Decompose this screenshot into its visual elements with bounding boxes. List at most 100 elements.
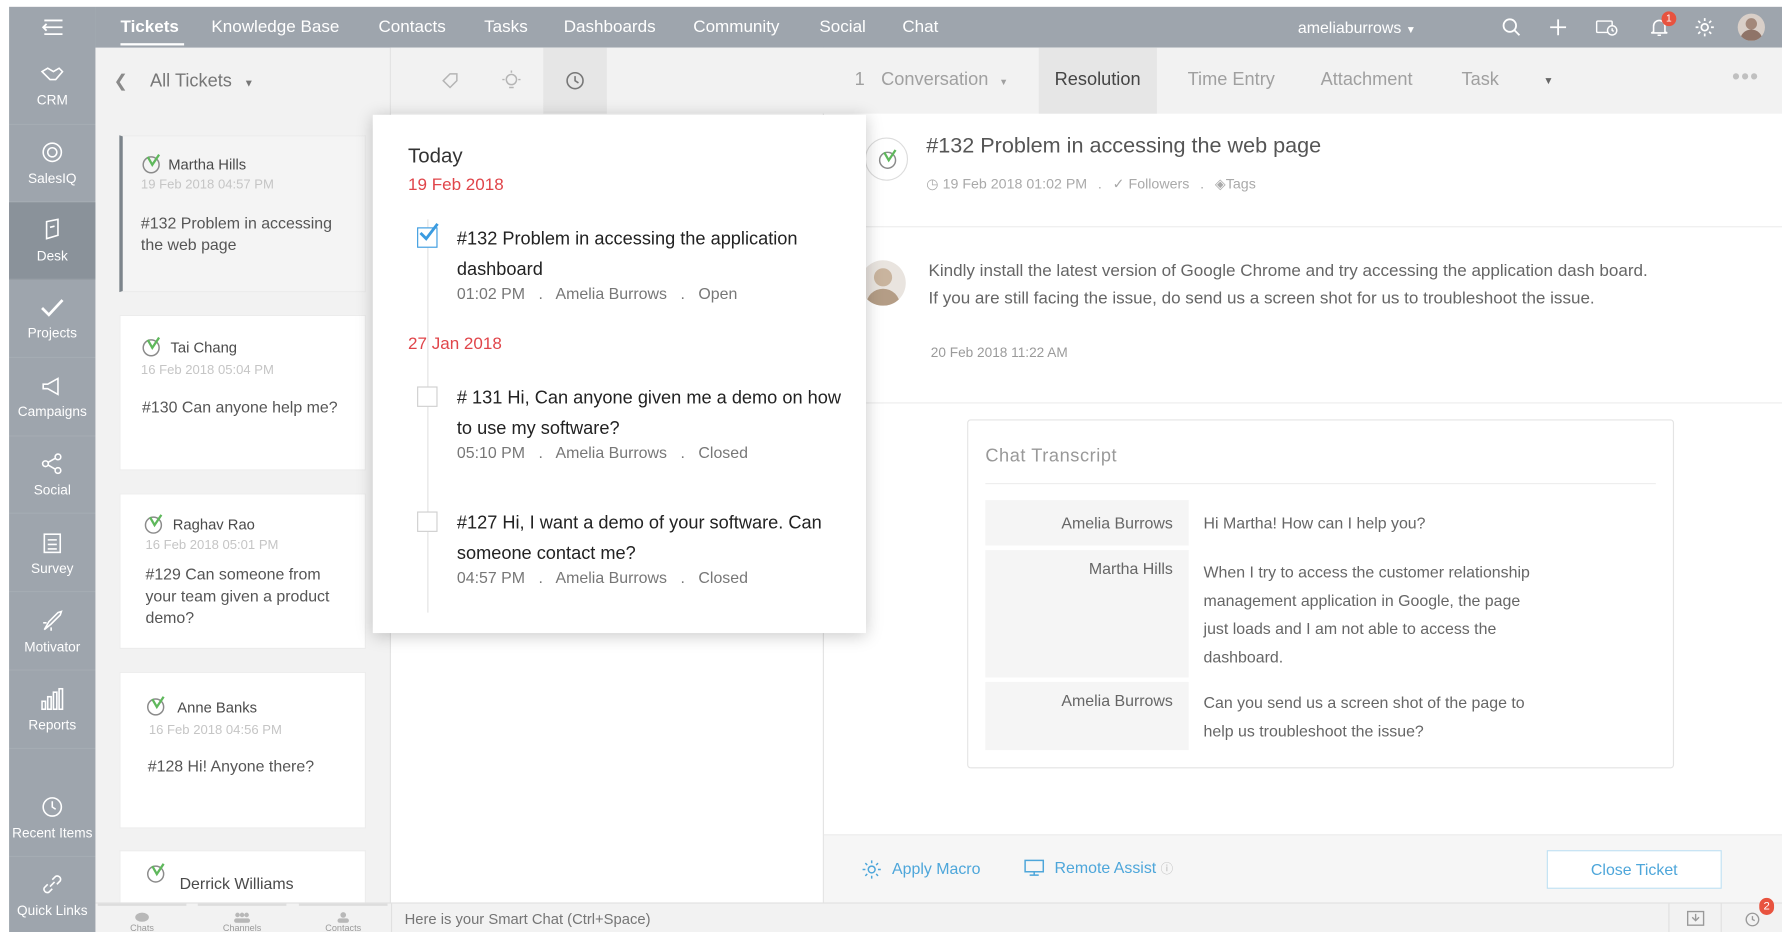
ticket-channel-icon xyxy=(144,514,163,534)
tab-conversation[interactable]: 1 Conversation ▼ xyxy=(855,48,1008,114)
ticket-card[interactable]: Tai Chang 16 Feb 2018 05:04 PM #130 Can … xyxy=(119,314,366,471)
sidebar-item-crm[interactable]: CRM xyxy=(9,48,96,126)
sidebar-item-label: Recent Items xyxy=(12,824,93,841)
tags-link[interactable]: ◈Tags xyxy=(1215,176,1256,192)
history-item-meta: 01:02 PM . Amelia Burrows . Open xyxy=(456,284,738,303)
alarm-clock-icon xyxy=(1744,912,1759,927)
sidebar-item-social[interactable]: Social xyxy=(9,436,96,514)
sidebar-item-salesiq[interactable]: SalesIQ xyxy=(9,125,96,203)
history-item-checkbox[interactable] xyxy=(417,511,438,532)
conversation-count: 1 xyxy=(854,70,865,90)
user-menu[interactable]: ameliaburrows ▼ xyxy=(1298,7,1416,48)
time-tracker-button[interactable] xyxy=(1595,16,1619,39)
tab-resolution[interactable]: Resolution xyxy=(1038,47,1157,114)
app-sidebar: CRM SalesIQ Desk Projects Campaigns Soci… xyxy=(9,6,96,932)
group-icon xyxy=(234,912,251,923)
timeline-line xyxy=(427,219,429,613)
sidebar-item-campaigns[interactable]: Campaigns xyxy=(9,359,96,437)
more-options-icon[interactable]: ••• xyxy=(1732,48,1759,114)
nav-dashboards[interactable]: Dashboards xyxy=(564,7,656,48)
chat-bubble-icon xyxy=(135,912,149,922)
handshake-icon xyxy=(40,66,64,80)
history-item-checkbox[interactable] xyxy=(417,223,439,248)
nav-social[interactable]: Social xyxy=(819,7,865,48)
transcript-row: Amelia Burrows Hi Martha! How can I help… xyxy=(985,500,1656,546)
info-icon[interactable]: ⓘ xyxy=(1161,863,1174,877)
status-badge: Closed xyxy=(698,443,748,462)
history-item-meta: 04:57 PM . Amelia Burrows . Closed xyxy=(456,568,748,587)
sidebar-item-desk[interactable]: Desk xyxy=(9,202,96,280)
sidebar-item-motivator[interactable]: Motivator xyxy=(9,593,96,671)
transcript-message: Can you send us a screen shot of the pag… xyxy=(1203,693,1525,740)
tag-icon xyxy=(442,73,458,89)
apply-macro-button[interactable]: Apply Macro xyxy=(860,858,980,881)
tab-attachment[interactable]: Attachment xyxy=(1321,48,1413,114)
ticket-card[interactable]: Raghav Rao 16 Feb 2018 05:01 PM #129 Can… xyxy=(119,493,366,649)
ticket-card[interactable]: Anne Banks 16 Feb 2018 04:56 PM #128 Hi!… xyxy=(119,671,366,829)
smart-chat-input[interactable] xyxy=(390,903,1664,932)
sidebar-item-recent-items[interactable]: Recent Items xyxy=(9,780,96,857)
remote-assist-button[interactable]: Remote Assist ⓘ xyxy=(1024,858,1173,878)
ticket-history-popup: Today 19 Feb 2018 #132 Problem in access… xyxy=(372,114,866,634)
tab-tags[interactable] xyxy=(418,48,482,114)
sidebar-item-quick-links[interactable]: Quick Links xyxy=(9,857,95,932)
tab-history[interactable] xyxy=(543,47,607,114)
avatar[interactable] xyxy=(1737,13,1765,41)
bottom-tab-chats[interactable]: Chats xyxy=(98,904,187,932)
ticket-date: 16 Feb 2018 04:56 PM xyxy=(148,724,282,738)
megaphone-icon xyxy=(42,376,59,396)
bottom-tab-contacts[interactable]: Contacts xyxy=(299,904,388,932)
rocket-icon xyxy=(43,609,63,631)
ticket-created-date: 19 Feb 2018 01:02 PM xyxy=(942,176,1088,193)
settings-button[interactable] xyxy=(1693,16,1716,39)
nav-knowledge-base[interactable]: Knowledge Base xyxy=(211,7,339,48)
nav-contacts[interactable]: Contacts xyxy=(378,7,445,48)
nav-chat[interactable]: Chat xyxy=(902,7,938,48)
sidebar-item-reports[interactable]: Reports xyxy=(9,672,96,750)
ticket-channel-icon xyxy=(147,863,165,883)
sidebar-item-label: Projects xyxy=(27,324,77,341)
view-selector[interactable]: All Tickets ▼ xyxy=(150,72,254,92)
sidebar-item-survey[interactable]: Survey xyxy=(9,515,96,593)
add-button[interactable] xyxy=(1547,16,1570,39)
tab-time-entry[interactable]: Time Entry xyxy=(1188,48,1275,114)
menu-toggle[interactable] xyxy=(9,7,95,48)
more-tabs-dropdown[interactable]: ▼ xyxy=(1543,48,1553,114)
history-item-title: #132 Problem in accessing the applicatio… xyxy=(456,229,798,280)
bottom-tab-channels[interactable]: Channels xyxy=(198,904,287,932)
ticket-title: #132 Problem in accessing the web page xyxy=(140,213,332,254)
ticket-card[interactable]: Derrick Williams xyxy=(119,850,366,903)
app-window: CRM SalesIQ Desk Projects Campaigns Soci… xyxy=(0,0,1782,932)
back-arrow-icon[interactable]: ❮ xyxy=(114,70,128,91)
chat-transcript: Chat Transcript Amelia Burrows Hi Martha… xyxy=(967,419,1675,769)
history-item-meta: 05:10 PM . Amelia Burrows . Closed xyxy=(456,443,748,462)
transcript-sender: Amelia Burrows xyxy=(985,681,1189,751)
sidebar-item-label: CRM xyxy=(36,91,68,108)
tab-task[interactable]: Task xyxy=(1462,48,1499,114)
sidebar-item-label: Quick Links xyxy=(17,901,88,918)
view-label: All Tickets xyxy=(150,71,232,91)
sidebar-item-projects[interactable]: Projects xyxy=(9,281,96,359)
nav-tasks[interactable]: Tasks xyxy=(484,7,528,48)
bottom-bar: Chats Channels Contacts 2 xyxy=(95,897,1782,932)
history-icon xyxy=(566,71,584,90)
transcript-sender: Martha Hills xyxy=(985,550,1189,678)
close-ticket-button[interactable]: Close Ticket xyxy=(1546,850,1722,889)
nav-tickets[interactable]: Tickets xyxy=(120,7,178,48)
sidebar-item-label: Campaigns xyxy=(17,402,87,419)
person-icon xyxy=(337,912,349,923)
history-item-title: # 131 Hi, Can anyone given me a demo on … xyxy=(456,388,841,439)
resolution-entry: Kindly install the latest version of Goo… xyxy=(823,227,1782,404)
tab-suggestions[interactable] xyxy=(480,48,544,114)
download-button[interactable] xyxy=(1668,903,1720,932)
transcript-title: Chat Transcript xyxy=(985,446,1118,467)
nav-community[interactable]: Community xyxy=(693,7,779,48)
ticket-channel-icon xyxy=(142,336,161,357)
ticket-card[interactable]: Martha Hills 19 Feb 2018 04:57 PM #132 P… xyxy=(119,135,366,293)
followers-link[interactable]: ✓ Followers xyxy=(1113,176,1190,192)
ticket-channel-icon xyxy=(147,696,165,716)
history-date: 27 Jan 2018 xyxy=(407,334,502,354)
checkmark-icon xyxy=(41,298,64,317)
search-button[interactable] xyxy=(1500,16,1523,39)
history-item-checkbox[interactable] xyxy=(417,386,438,407)
